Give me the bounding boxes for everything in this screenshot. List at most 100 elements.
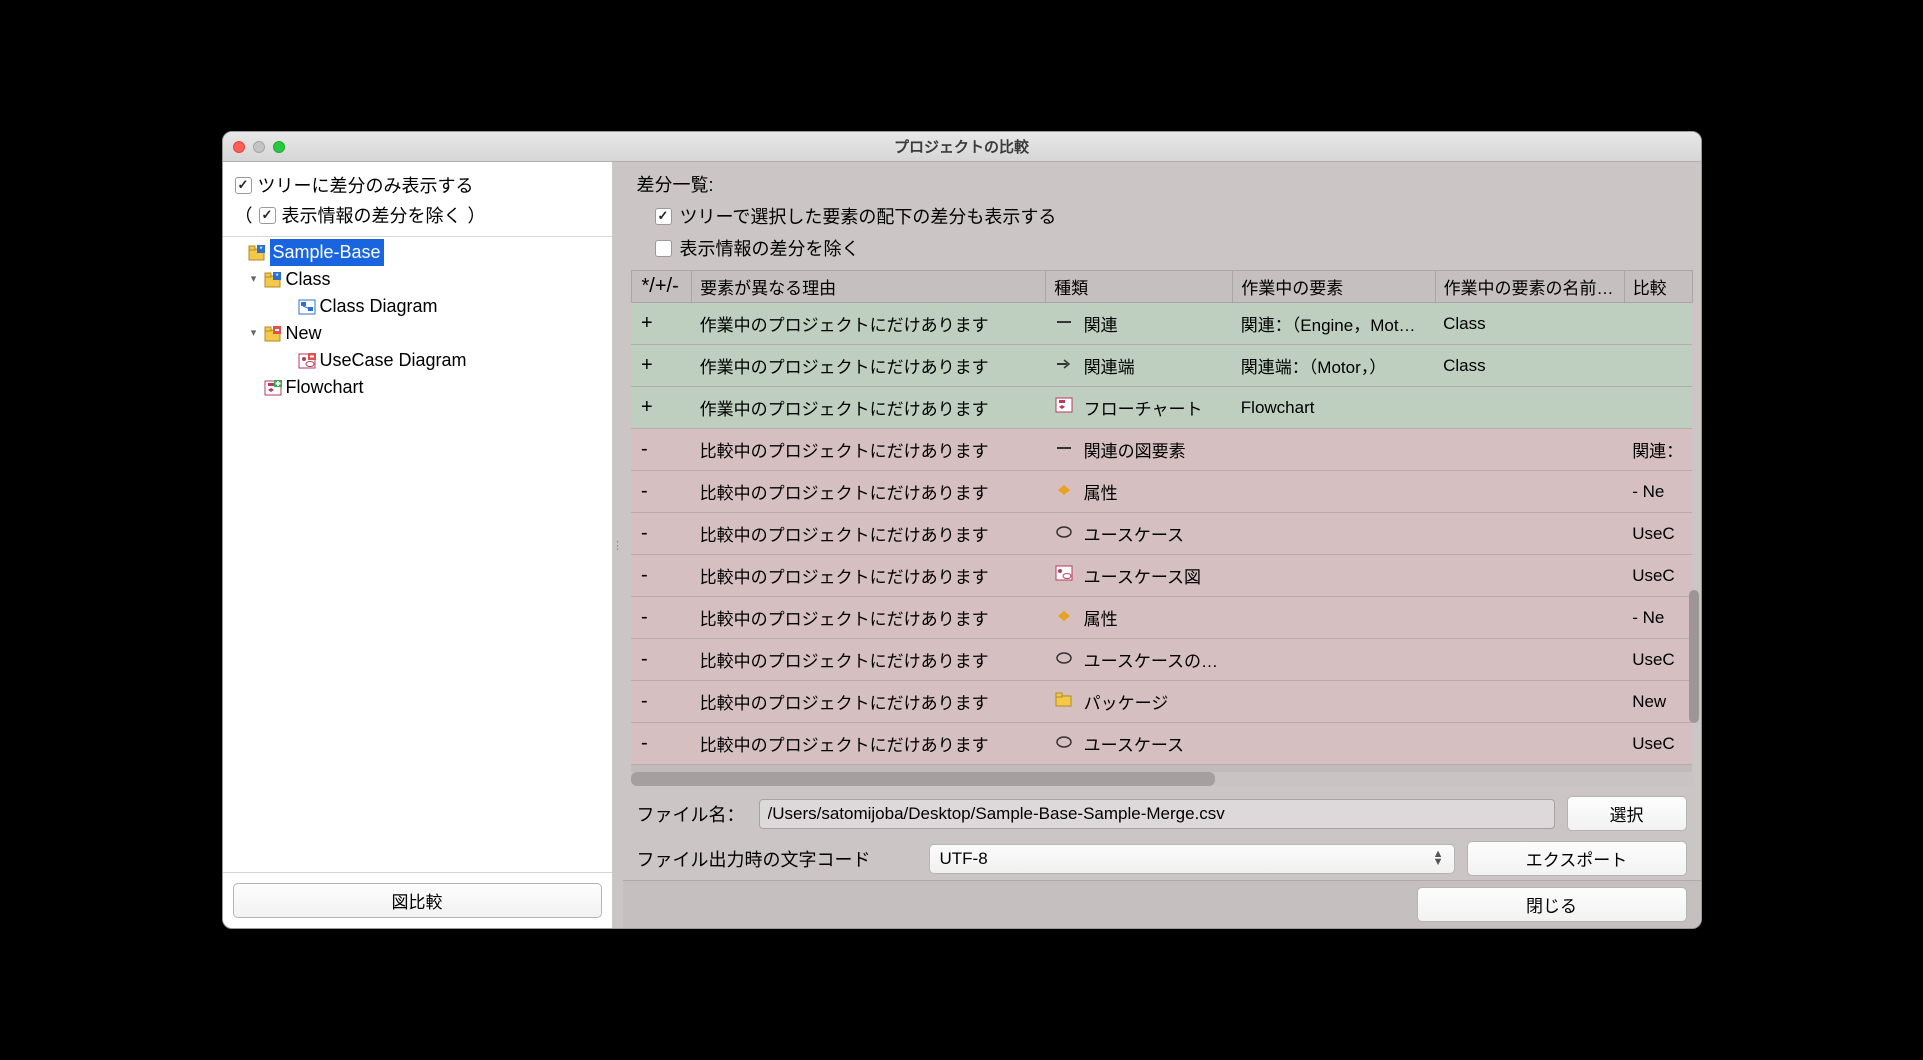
tree-exclude-viewinfo-checkbox[interactable]	[259, 207, 276, 224]
compare-diagram-button[interactable]: 図比較	[233, 883, 602, 918]
cell-working	[1233, 597, 1435, 639]
class-diagram-icon	[298, 298, 317, 315]
cell-kind: ユースケース図	[1046, 555, 1233, 597]
cell-working: 関連：（Tracer，Engi…	[1233, 765, 1435, 773]
table-row[interactable]: *接続先が異なっています関連関連：（Tracer，Engi…Class関連：	[631, 765, 1692, 773]
table-row[interactable]: +作業中のプロジェクトにだけあります関連関連：（Engine，Mot…Class	[631, 303, 1692, 345]
cell-kind-label: 関連	[1084, 311, 1118, 336]
cell-reason: 比較中のプロジェクトにだけあります	[692, 597, 1046, 639]
cell-working-name: Class	[1435, 765, 1624, 773]
table-row[interactable]: -比較中のプロジェクトにだけありますユースケースの…UseC	[631, 639, 1692, 681]
window-title: プロジェクトの比較	[894, 136, 1029, 157]
table-row[interactable]: +作業中のプロジェクトにだけありますフローチャートFlowchart	[631, 387, 1692, 429]
col-compare[interactable]: 比較	[1624, 271, 1692, 303]
cell-compare: 関連：	[1624, 429, 1692, 471]
table-row[interactable]: -比較中のプロジェクトにだけあります関連の図要素関連：	[631, 429, 1692, 471]
select-arrows-icon: ▲▼	[1433, 851, 1444, 866]
horizontal-scrollbar[interactable]	[631, 772, 1693, 786]
table-row[interactable]: -比較中のプロジェクトにだけあります属性- Ne	[631, 597, 1692, 639]
cell-op: -	[631, 723, 692, 765]
cell-compare: 関連：	[1624, 765, 1692, 773]
cell-working: 関連：（Engine，Mot…	[1233, 303, 1435, 345]
horizontal-scrollbar-thumb[interactable]	[631, 772, 1215, 786]
project-tree[interactable]: *Sample-Base▾*ClassClass Diagram▾NewUseC…	[223, 236, 612, 872]
close-button[interactable]: 閉じる	[1417, 887, 1687, 922]
tree-node[interactable]: ▾New	[229, 320, 606, 347]
cell-reason: 作業中のプロジェクトにだけあります	[692, 303, 1046, 345]
table-row[interactable]: -比較中のプロジェクトにだけありますパッケージNew	[631, 681, 1692, 723]
cell-compare	[1624, 345, 1692, 387]
cell-kind: 関連端	[1046, 345, 1233, 387]
vertical-scrollbar[interactable]	[1687, 322, 1701, 768]
svg-text:*: *	[275, 272, 278, 281]
cell-op: *	[631, 765, 692, 773]
col-kind[interactable]: 種類	[1046, 271, 1233, 303]
vertical-scrollbar-thumb[interactable]	[1689, 590, 1699, 724]
export-button[interactable]: エクスポート	[1467, 841, 1687, 876]
cell-kind-label: 属性	[1084, 605, 1118, 630]
cell-kind: 属性	[1046, 597, 1233, 639]
table-row[interactable]: -比較中のプロジェクトにだけありますユースケースUseC	[631, 723, 1692, 765]
table-row[interactable]: -比較中のプロジェクトにだけありますユースケースUseC	[631, 513, 1692, 555]
col-reason[interactable]: 要素が異なる理由	[692, 271, 1046, 303]
file-select-button[interactable]: 選択	[1567, 796, 1687, 831]
window-maximize-button[interactable]	[273, 141, 285, 153]
cell-op: -	[631, 681, 692, 723]
paren-close: ）	[468, 202, 486, 228]
cell-reason: 比較中のプロジェクトにだけあります	[692, 681, 1046, 723]
disclosure-icon[interactable]: ▾	[247, 325, 261, 342]
project-compare-window: プロジェクトの比較 ツリーに差分のみ表示する （ 表示情報の差分を除く ） *S…	[222, 131, 1702, 929]
file-name-input[interactable]	[759, 799, 1555, 829]
cell-op: -	[631, 429, 692, 471]
cell-compare	[1624, 303, 1692, 345]
tree-footer: 図比較	[223, 872, 612, 928]
tree-node[interactable]: *Sample-Base	[229, 239, 606, 266]
cell-working	[1233, 513, 1435, 555]
cell-reason: 比較中のプロジェクトにだけあります	[692, 429, 1046, 471]
assoc-icon	[1054, 314, 1074, 334]
tree-node[interactable]: UseCase Diagram	[229, 347, 606, 374]
cell-working-name	[1435, 387, 1624, 429]
cell-kind: 関連	[1046, 303, 1233, 345]
exclude-viewinfo-checkbox[interactable]	[655, 240, 672, 257]
tree-diff-only-label: ツリーに差分のみ表示する	[258, 172, 474, 198]
cell-kind-label: ユースケース図	[1084, 563, 1201, 588]
window-close-button[interactable]	[233, 141, 245, 153]
paren-open: （	[235, 202, 253, 228]
tree-node[interactable]: Class Diagram	[229, 293, 606, 320]
titlebar: プロジェクトの比較	[223, 132, 1701, 162]
tree-node[interactable]: ▾*Class	[229, 266, 606, 293]
usecase-diag-icon	[1054, 565, 1074, 586]
diff-table-wrap[interactable]: */+/- 要素が異なる理由 種類 作業中の要素 作業中の要素の名前… 比較 +…	[631, 270, 1693, 772]
col-working-name[interactable]: 作業中の要素の名前…	[1435, 271, 1624, 303]
cell-op: +	[631, 345, 692, 387]
tree-exclude-viewinfo-label: 表示情報の差分を除く	[282, 202, 462, 228]
diff-pane: 差分一覧: ツリーで選択した要素の配下の差分も表示する 表示情報の差分を除く *…	[623, 162, 1701, 928]
cell-kind: 関連	[1046, 765, 1233, 773]
diff-heading: 差分一覧:	[637, 171, 714, 197]
show-descendants-checkbox[interactable]	[655, 208, 672, 225]
cell-working-name	[1435, 513, 1624, 555]
table-row[interactable]: +作業中のプロジェクトにだけあります関連端関連端：（Motor，）Class	[631, 345, 1692, 387]
cell-reason: 比較中のプロジェクトにだけあります	[692, 723, 1046, 765]
cell-working	[1233, 681, 1435, 723]
table-row[interactable]: -比較中のプロジェクトにだけありますユースケース図UseC	[631, 555, 1692, 597]
encoding-label: ファイル出力時の文字コード	[637, 846, 917, 872]
col-op[interactable]: */+/-	[631, 271, 692, 303]
col-working[interactable]: 作業中の要素	[1233, 271, 1435, 303]
cell-working-name	[1435, 429, 1624, 471]
table-row[interactable]: -比較中のプロジェクトにだけあります属性- Ne	[631, 471, 1692, 513]
cell-working	[1233, 555, 1435, 597]
splitter-handle[interactable]: ⋮	[613, 162, 623, 928]
attribute-icon	[1054, 482, 1074, 502]
disclosure-icon[interactable]: ▾	[247, 271, 261, 288]
tree-node[interactable]: Flowchart	[229, 374, 606, 401]
tree-diff-only-checkbox[interactable]	[235, 177, 252, 194]
attribute-icon	[1054, 608, 1074, 628]
tree-node-label: Flowchart	[286, 374, 364, 401]
encoding-select[interactable]: UTF-8 ▲▼	[929, 844, 1455, 874]
cell-working-name	[1435, 555, 1624, 597]
tree-options: ツリーに差分のみ表示する （ 表示情報の差分を除く ）	[223, 162, 612, 236]
cell-reason: 比較中のプロジェクトにだけあります	[692, 639, 1046, 681]
window-minimize-button[interactable]	[253, 141, 265, 153]
